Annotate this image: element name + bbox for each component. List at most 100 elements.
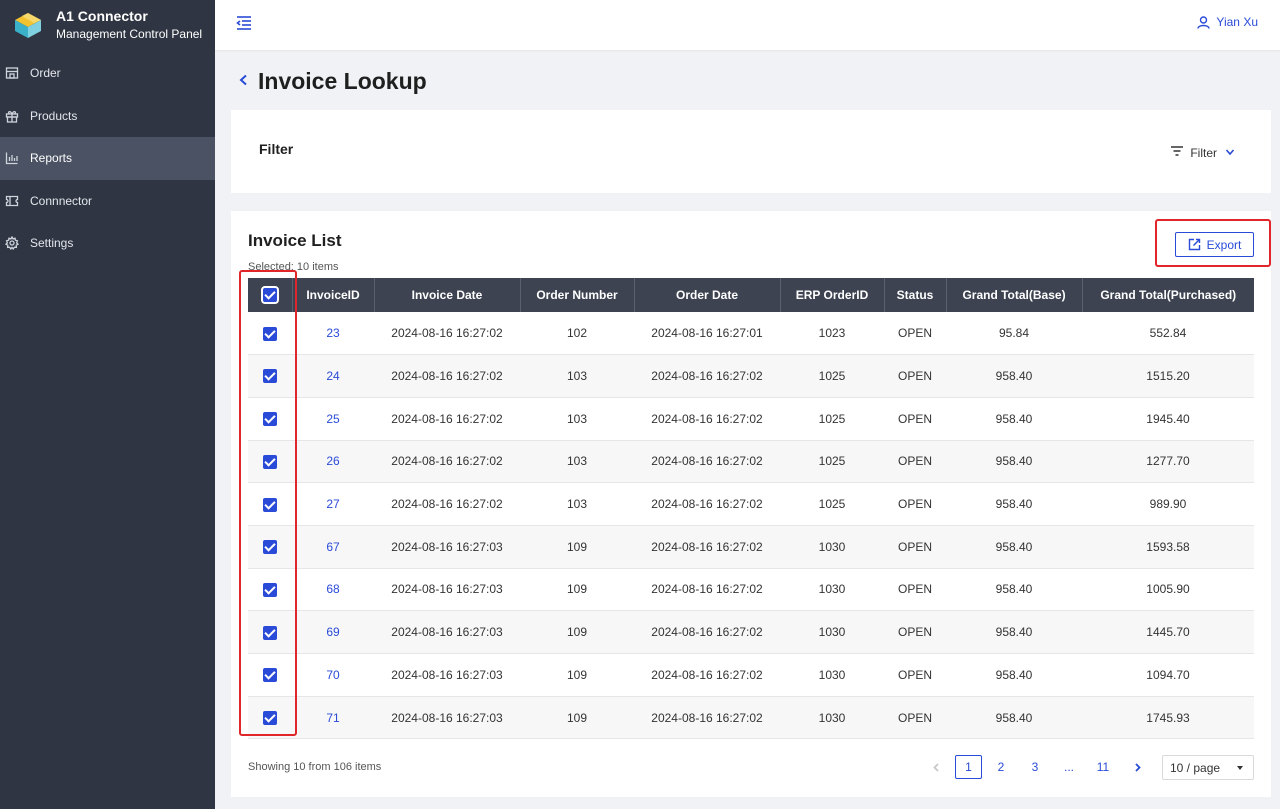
- table-row[interactable]: 71 2024-08-16 16:27:03 109 2024-08-16 16:27…: [248, 696, 1254, 740]
- table-row[interactable]: 69 2024-08-16 16:27:03 109 2024-08-16 16:27…: [248, 610, 1254, 654]
- list-title: Invoice List: [248, 231, 342, 250]
- table-row[interactable]: 27 2024-08-16 16:27:02 103 2024-08-16 16:27…: [248, 482, 1254, 526]
- table-cell: OPEN: [884, 312, 946, 356]
- row-checkbox[interactable]: [263, 412, 277, 427]
- table-cell: 102: [520, 312, 634, 356]
- row-checkbox[interactable]: [263, 668, 277, 683]
- back-arrow-icon[interactable]: [238, 73, 250, 91]
- table-cell: 2024-08-16 16:27:02: [634, 397, 780, 441]
- sidebar-item-order[interactable]: Order: [0, 52, 215, 95]
- chevron-left-icon: [932, 762, 939, 772]
- row-checkbox[interactable]: [263, 540, 277, 555]
- selected-count: Selected: 10 items: [248, 261, 339, 273]
- table-cell: 2024-08-16 16:27:02: [374, 482, 520, 526]
- table-cell: 103: [520, 440, 634, 484]
- column-header[interactable]: Order Number: [520, 278, 635, 312]
- column-header[interactable]: Grand Total(Base): [946, 278, 1083, 312]
- sidebar-item-connector[interactable]: Connnector: [0, 180, 215, 223]
- invoice-id-link[interactable]: 67: [292, 525, 374, 569]
- invoice-id-link[interactable]: 27: [292, 482, 374, 526]
- sidebar-item-settings[interactable]: Settings: [0, 222, 215, 265]
- table-cell: 95.84: [946, 312, 1082, 356]
- chevron-right-icon: [1134, 762, 1141, 772]
- table-cell: 2024-08-16 16:27:03: [374, 610, 520, 654]
- sidebar-item-reports[interactable]: Reports: [0, 137, 215, 180]
- gift-icon: [4, 108, 20, 124]
- cube-logo-icon: [15, 13, 41, 38]
- sidebar-nav: Order Products Reports Connnector Settin…: [0, 52, 215, 265]
- table-row[interactable]: 68 2024-08-16 16:27:03 109 2024-08-16 16:27…: [248, 568, 1254, 612]
- column-header[interactable]: ERP OrderID: [780, 278, 885, 312]
- store-icon: [4, 65, 20, 81]
- select-all-checkbox[interactable]: [260, 286, 279, 305]
- table-cell: 2024-08-16 16:27:03: [374, 525, 520, 569]
- column-header[interactable]: InvoiceID: [292, 278, 375, 312]
- column-header[interactable]: Order Date: [634, 278, 781, 312]
- table-row[interactable]: 70 2024-08-16 16:27:03 109 2024-08-16 16:27…: [248, 653, 1254, 697]
- page-ellipsis[interactable]: ...: [1054, 755, 1084, 779]
- table-cell: OPEN: [884, 568, 946, 612]
- brand[interactable]: A1 Connector Management Control Panel: [0, 0, 215, 50]
- table-cell: OPEN: [884, 696, 946, 740]
- page-button[interactable]: 1: [955, 755, 982, 779]
- column-header[interactable]: Status: [884, 278, 947, 312]
- table-cell: 989.90: [1082, 482, 1254, 526]
- page-button[interactable]: 11: [1088, 755, 1118, 779]
- table-cell: 1030: [780, 610, 884, 654]
- invoice-id-link[interactable]: 70: [292, 653, 374, 697]
- chevron-down-icon: [1217, 146, 1235, 160]
- row-select-cell: [248, 610, 292, 654]
- row-checkbox[interactable]: [263, 625, 277, 640]
- row-checkbox[interactable]: [263, 454, 277, 469]
- table-row[interactable]: 25 2024-08-16 16:27:02 103 2024-08-16 16:27…: [248, 397, 1254, 441]
- table-cell: 1025: [780, 482, 884, 526]
- table-cell: 2024-08-16 16:27:02: [634, 653, 780, 697]
- table-cell: 2024-08-16 16:27:03: [374, 653, 520, 697]
- invoice-list-card: Invoice List Selected: 10 items Export I…: [231, 211, 1271, 797]
- page-size-select[interactable]: 10 / page: [1162, 755, 1254, 780]
- invoice-id-link[interactable]: 71: [292, 696, 374, 740]
- table-cell: 958.40: [946, 525, 1082, 569]
- table-cell: 958.40: [946, 397, 1082, 441]
- table-cell: 109: [520, 653, 634, 697]
- prev-page-button[interactable]: [921, 755, 951, 779]
- invoice-id-link[interactable]: 69: [292, 610, 374, 654]
- table-cell: 2024-08-16 16:27:02: [634, 610, 780, 654]
- page-button[interactable]: 2: [986, 755, 1016, 779]
- table-header-row: InvoiceID Invoice Date Order Number Orde…: [248, 278, 1254, 312]
- invoice-id-link[interactable]: 24: [292, 354, 374, 398]
- table-cell: 2024-08-16 16:27:03: [374, 568, 520, 612]
- invoice-id-link[interactable]: 26: [292, 440, 374, 484]
- table-cell: 1025: [780, 440, 884, 484]
- sidebar-item-products[interactable]: Products: [0, 95, 215, 138]
- invoice-id-link[interactable]: 25: [292, 397, 374, 441]
- user-menu[interactable]: Yian Xu: [1197, 15, 1258, 29]
- row-checkbox[interactable]: [263, 326, 277, 341]
- row-checkbox[interactable]: [263, 369, 277, 384]
- next-page-button[interactable]: [1122, 755, 1152, 779]
- table-cell: 1945.40: [1082, 397, 1254, 441]
- row-checkbox[interactable]: [263, 710, 277, 725]
- menu-collapse-icon[interactable]: [235, 14, 253, 32]
- invoice-id-link[interactable]: 23: [292, 312, 374, 356]
- table-row[interactable]: 26 2024-08-16 16:27:02 103 2024-08-16 16:27…: [248, 440, 1254, 484]
- filter-toggle-button[interactable]: Filter: [1170, 145, 1235, 160]
- table-row[interactable]: 67 2024-08-16 16:27:03 109 2024-08-16 16:27…: [248, 525, 1254, 569]
- column-header[interactable]: Grand Total(Purchased): [1082, 278, 1254, 312]
- invoice-id-link[interactable]: 68: [292, 568, 374, 612]
- table-cell: 1023: [780, 312, 884, 356]
- table-cell: 2024-08-16 16:27:03: [374, 696, 520, 740]
- table-cell: OPEN: [884, 397, 946, 441]
- export-button[interactable]: Export: [1175, 232, 1254, 257]
- table-cell: 958.40: [946, 696, 1082, 740]
- page-button[interactable]: 3: [1020, 755, 1050, 779]
- table-row[interactable]: 24 2024-08-16 16:27:02 103 2024-08-16 16:27…: [248, 354, 1254, 398]
- table-cell: 1030: [780, 568, 884, 612]
- table-cell: 1515.20: [1082, 354, 1254, 398]
- column-header[interactable]: Invoice Date: [374, 278, 521, 312]
- row-checkbox[interactable]: [263, 497, 277, 512]
- row-checkbox[interactable]: [263, 582, 277, 597]
- table-row[interactable]: 23 2024-08-16 16:27:02 102 2024-08-16 16:27…: [248, 312, 1254, 356]
- filter-icon: [1170, 145, 1190, 160]
- table-cell: 958.40: [946, 440, 1082, 484]
